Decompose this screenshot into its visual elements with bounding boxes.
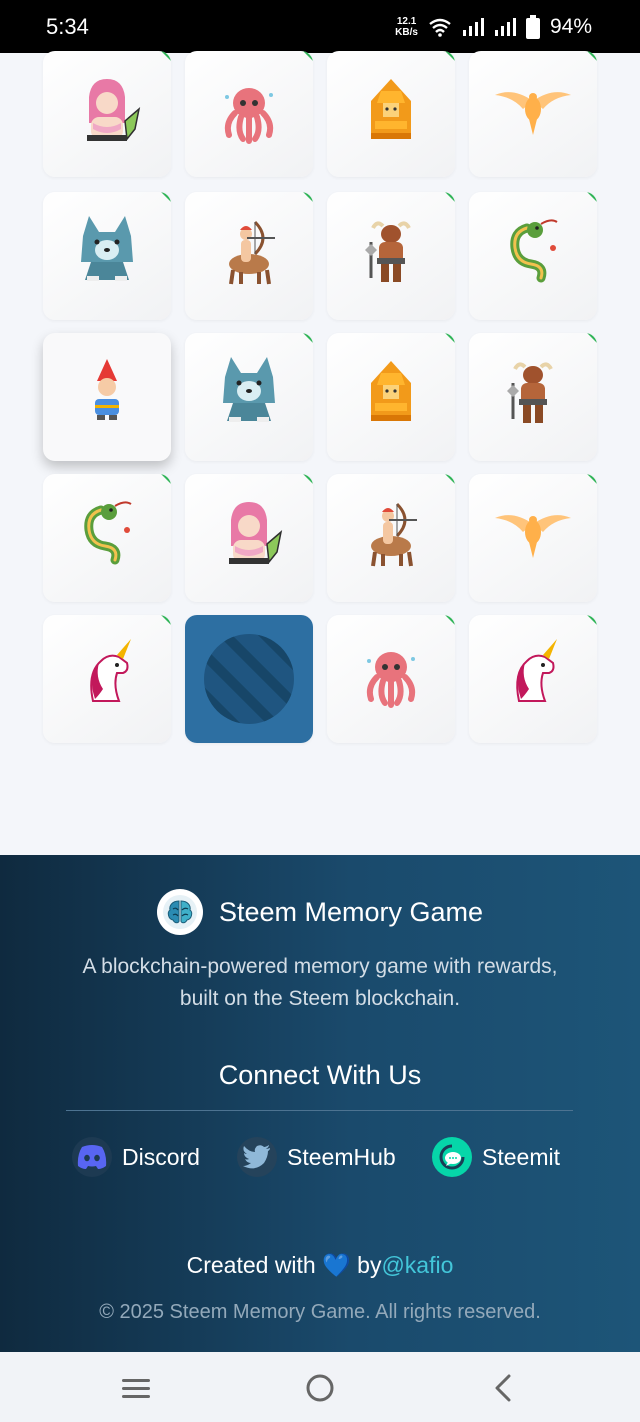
memory-card[interactable] [43, 192, 171, 320]
mermaid-icon [229, 502, 283, 564]
memory-card[interactable] [327, 474, 455, 602]
wifi-icon [429, 18, 451, 37]
network-speed: 12.1 KB/s [395, 16, 418, 38]
memory-card[interactable] [43, 474, 171, 602]
footer: Steem Memory Game A blockchain-powered m… [0, 855, 640, 1352]
memory-board [43, 51, 603, 753]
memory-card[interactable] [469, 51, 597, 177]
mermaid-icon [87, 79, 141, 141]
brain-logo-icon [156, 889, 203, 935]
discord-link[interactable]: Discord [72, 1137, 200, 1177]
unicorn-icon [90, 639, 131, 702]
steemhub-link[interactable]: SteemHub [237, 1137, 396, 1177]
footer-divider [66, 1110, 573, 1111]
back-icon[interactable] [486, 1370, 522, 1406]
memory-card[interactable] [185, 474, 313, 602]
phoenix-icon [495, 92, 571, 135]
octopus-icon [366, 652, 416, 708]
brand-row: Steem Memory Game [0, 889, 640, 935]
connect-title: Connect With Us [218, 1060, 422, 1090]
footer-description: A blockchain-powered memory game with re… [82, 955, 558, 1010]
memory-card[interactable] [469, 474, 597, 602]
discord-icon [72, 1137, 112, 1177]
sphinx-icon [371, 79, 411, 139]
memory-card[interactable] [469, 192, 597, 320]
phoenix-icon [495, 515, 571, 558]
minotaur-icon [507, 362, 553, 423]
memory-card[interactable] [469, 333, 597, 461]
werewolf-icon [223, 357, 275, 422]
battery-icon [525, 15, 540, 39]
credit-by: by [357, 1252, 382, 1278]
memory-card[interactable] [185, 192, 313, 320]
heart-icon: 💙 [322, 1252, 351, 1278]
centaur-icon [229, 220, 275, 285]
copyright: © 2025 Steem Memory Game. All rights res… [99, 1301, 541, 1323]
recent-apps-icon[interactable] [118, 1370, 154, 1406]
dragon-icon [84, 501, 132, 565]
social-links: Discord SteemHub Steemit [72, 1137, 572, 1179]
card-back-icon [204, 634, 294, 724]
home-icon[interactable] [302, 1370, 338, 1406]
gnome-icon [95, 359, 119, 420]
steemit-label: Steemit [482, 1143, 560, 1170]
centaur-icon [371, 502, 417, 567]
steemit-icon [432, 1137, 472, 1177]
memory-card[interactable] [327, 615, 455, 743]
werewolf-icon [81, 216, 133, 281]
minotaur-icon [365, 221, 411, 282]
memory-card[interactable] [43, 615, 171, 743]
memory-card[interactable] [327, 192, 455, 320]
memory-card[interactable] [43, 51, 171, 177]
unicorn-icon [516, 639, 557, 702]
status-indicators: 12.1 KB/s 94% [395, 12, 592, 42]
status-bar: 5:34 12.1 KB/s 94% [0, 0, 640, 53]
steemhub-label: SteemHub [287, 1143, 396, 1170]
credit-line: Created with 💙 by@kafio [0, 1252, 640, 1279]
brand-title: Steem Memory Game [218, 896, 484, 927]
memory-card[interactable] [185, 333, 313, 461]
steemit-link[interactable]: Steemit [432, 1137, 560, 1177]
dragon-icon [510, 219, 558, 283]
memory-card[interactable] [327, 333, 455, 461]
sphinx-icon [371, 361, 411, 421]
twitter-bird-icon [237, 1137, 277, 1177]
memory-card[interactable] [43, 333, 171, 461]
memory-card[interactable] [185, 51, 313, 177]
octopus-icon [224, 88, 274, 144]
signal-icon-2 [494, 18, 516, 36]
author-link[interactable]: @kafio [381, 1252, 453, 1278]
memory-card[interactable] [327, 51, 455, 177]
memory-card[interactable] [469, 615, 597, 743]
signal-icon-1 [462, 18, 484, 36]
battery-percent: 94% [549, 15, 592, 38]
status-time: 5:34 [46, 14, 89, 39]
discord-label: Discord [122, 1143, 200, 1170]
navigation-bar [0, 1352, 640, 1422]
credit-prefix: Created with [186, 1252, 316, 1278]
memory-card[interactable] [185, 615, 313, 743]
